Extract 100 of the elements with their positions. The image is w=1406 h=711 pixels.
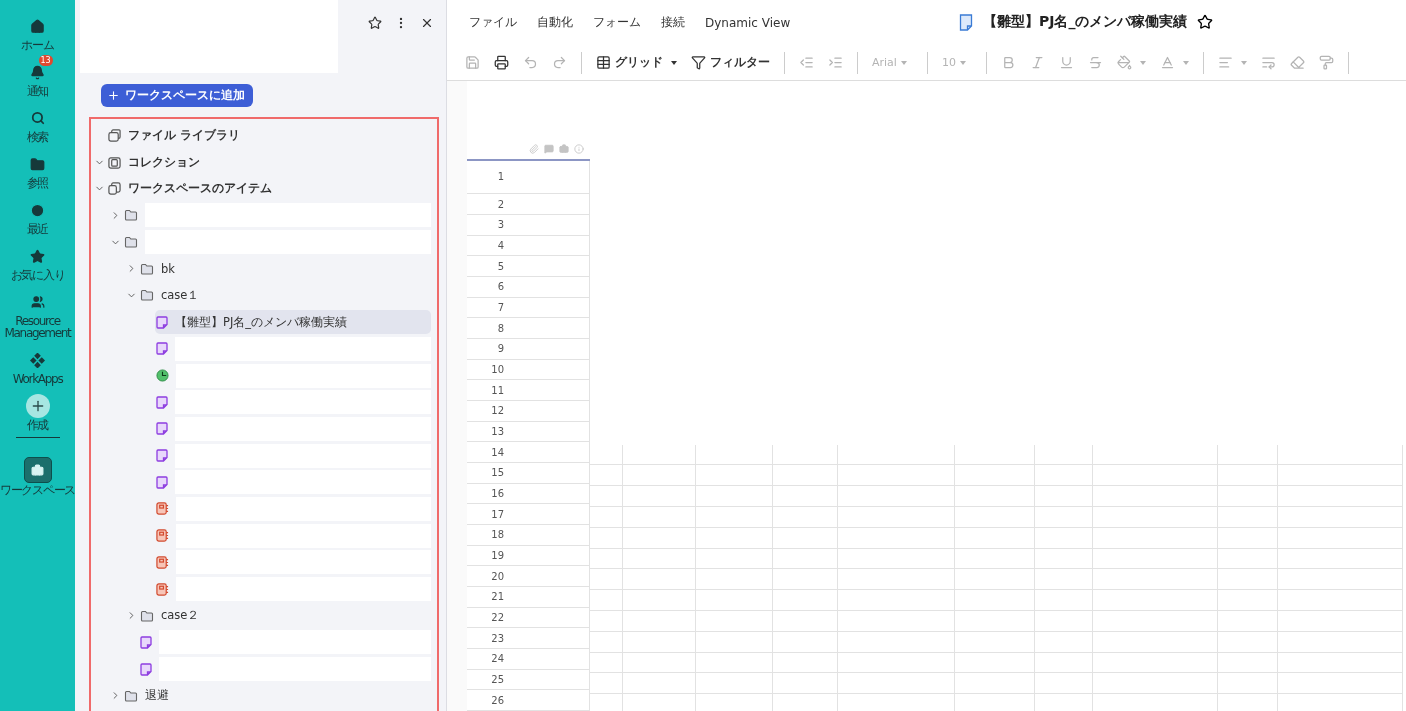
table-cell[interactable] [838,507,955,528]
table-cell[interactable] [1278,548,1403,570]
table-cell[interactable] [590,610,623,632]
table-cell[interactable] [696,590,773,611]
nav-item[interactable]: ホーム [0,9,75,51]
table-cell[interactable] [1278,527,1403,549]
table-cell[interactable] [1278,507,1403,528]
table-cell[interactable] [590,444,623,466]
table-cell[interactable] [1218,590,1278,611]
table-cell[interactable] [773,631,838,653]
nav-item[interactable]: 13 通知 [0,55,75,97]
table-cell[interactable] [1093,569,1218,591]
table-cell[interactable] [773,527,838,549]
table-cell[interactable] [696,569,773,591]
table-cell[interactable] [838,631,955,653]
table-cell[interactable] [838,486,955,507]
filter-button[interactable]: フィルター [685,51,776,74]
table-cell[interactable] [696,610,773,632]
create-button[interactable]: 作成 [0,389,75,431]
nav-item[interactable]: 最近 [0,193,75,235]
table-cell[interactable] [1093,444,1218,466]
table-cell[interactable] [623,610,696,632]
table-cell[interactable] [696,465,773,487]
table-cell[interactable] [1035,465,1093,487]
table-cell[interactable] [590,465,623,487]
table-cell[interactable] [773,673,838,695]
table-cell[interactable] [1218,527,1278,549]
table-cell[interactable] [838,590,955,611]
table-cell[interactable] [838,548,955,570]
table-cell[interactable] [1278,652,1403,674]
table-cell[interactable] [590,569,623,591]
table-cell[interactable] [1218,486,1278,507]
table-cell[interactable] [955,590,1035,611]
table-cell[interactable] [1278,444,1403,466]
table-cell[interactable] [955,486,1035,507]
table-cell[interactable] [955,507,1035,528]
table-cell[interactable] [623,507,696,528]
table-cell[interactable] [696,486,773,507]
table-cell[interactable] [1278,631,1403,653]
table-cell[interactable] [1218,507,1278,528]
menu-item[interactable]: 自動化 [537,14,573,31]
grid-button[interactable]: グリッド [590,51,683,74]
tree-item[interactable]: 退避 [123,683,431,708]
table-cell[interactable] [696,548,773,570]
menu-item[interactable]: ファイル [469,14,517,31]
table-cell[interactable] [1278,465,1403,487]
table-cell[interactable] [623,444,696,466]
table-cell[interactable] [1093,486,1218,507]
table-cell[interactable] [1035,444,1093,466]
table-cell[interactable] [1093,465,1218,487]
nav-item[interactable]: WorkApps [0,343,75,385]
table-cell[interactable] [1093,652,1218,674]
table-cell[interactable] [623,569,696,591]
table-cell[interactable] [1278,673,1403,695]
table-cell[interactable] [623,548,696,570]
menu-item[interactable]: Dynamic View [705,15,791,30]
table-cell[interactable] [1278,486,1403,507]
star-icon[interactable] [1197,14,1214,30]
table-cell[interactable] [955,631,1035,653]
tree-item[interactable]: ワークスペースのアイテム [107,176,431,201]
table-cell[interactable] [838,444,955,466]
table-cell[interactable] [955,527,1035,549]
table-cell[interactable] [838,569,955,591]
table-cell[interactable] [838,465,955,487]
table-cell[interactable] [590,507,623,528]
tree-item[interactable]: コレクション [107,150,431,175]
table-cell[interactable] [1218,631,1278,653]
table-cell[interactable] [773,652,838,674]
table-cell[interactable] [1035,507,1093,528]
table-cell[interactable] [696,444,773,466]
table-cell[interactable] [590,548,623,570]
table-cell[interactable] [773,444,838,466]
table-cell[interactable] [1278,590,1403,611]
add-to-workspace-button[interactable]: ワークスペースに追加 [101,84,253,107]
table-cell[interactable] [838,673,955,695]
table-cell[interactable] [838,652,955,674]
table-cell[interactable] [696,507,773,528]
table-cell[interactable] [955,673,1035,695]
table-cell[interactable] [590,673,623,695]
menu-item[interactable]: フォーム [593,14,641,31]
table-cell[interactable] [955,610,1035,632]
table-cell[interactable] [590,527,623,549]
table-cell[interactable] [1218,610,1278,632]
menu-item[interactable]: 接続 [661,14,685,31]
table-cell[interactable] [773,548,838,570]
table-cell[interactable] [1093,610,1218,632]
table-cell[interactable] [1218,569,1278,591]
table-cell[interactable] [1093,527,1218,549]
table-cell[interactable] [1218,444,1278,466]
close-icon[interactable] [420,16,434,30]
table-cell[interactable] [1035,569,1093,591]
table-cell[interactable] [1035,527,1093,549]
table-cell[interactable] [955,652,1035,674]
table-cell[interactable] [623,673,696,695]
table-cell[interactable] [1035,631,1093,653]
table-cell[interactable] [1218,548,1278,570]
table-cell[interactable] [623,631,696,653]
table-cell[interactable] [696,631,773,653]
table-cell[interactable] [955,569,1035,591]
table-cell[interactable] [773,465,838,487]
